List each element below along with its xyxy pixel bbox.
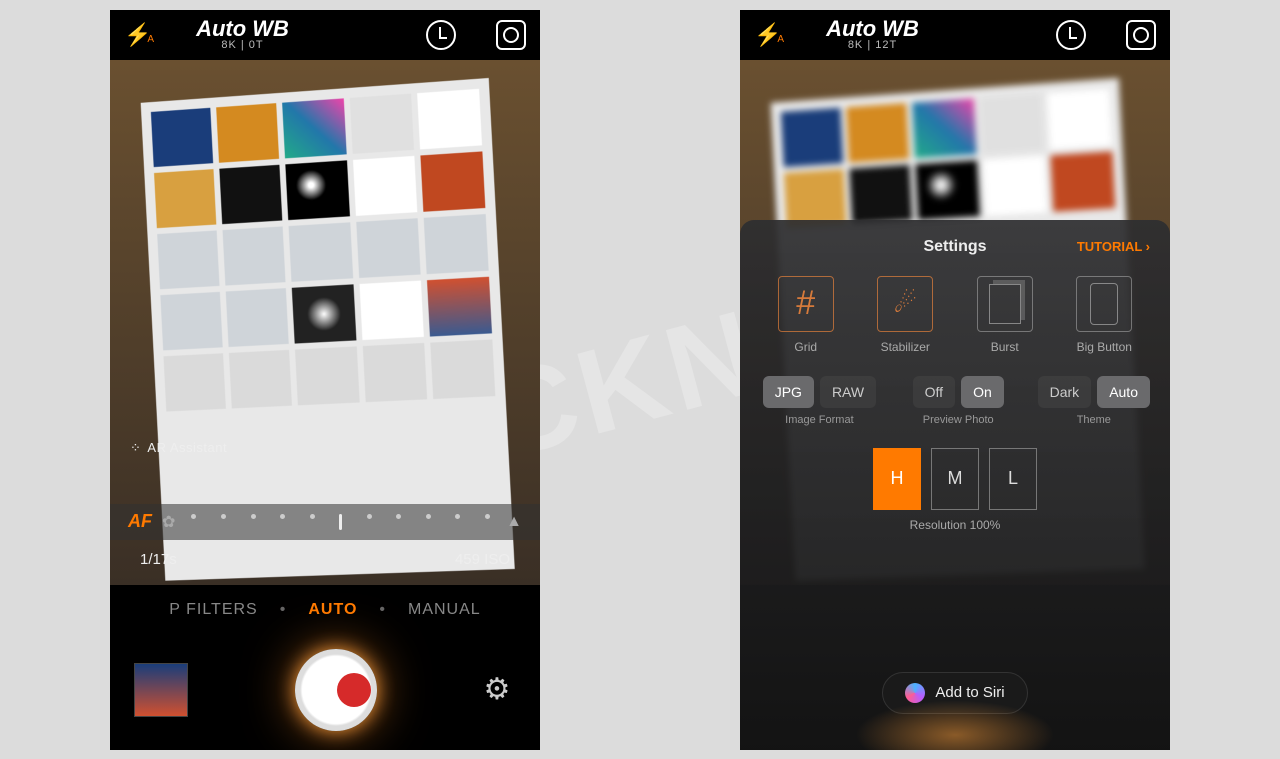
setting-grid[interactable]: Grid xyxy=(760,276,852,354)
setting-burst[interactable]: Burst xyxy=(959,276,1051,354)
ar-assistant-label[interactable]: AR Assistant xyxy=(130,440,227,456)
focus-slider[interactable]: AF ✿ ▲ xyxy=(110,504,540,540)
record-button[interactable] xyxy=(337,673,371,707)
resolution-h[interactable]: H xyxy=(873,448,921,510)
macro-icon: ✿ xyxy=(162,512,175,532)
shutter-glow xyxy=(855,700,1055,750)
timer-icon[interactable] xyxy=(1056,20,1086,50)
image-format-segment[interactable]: JPG RAW xyxy=(760,376,879,408)
mode-filters[interactable]: P FILTERS xyxy=(169,601,257,619)
camera-screen-settings: ⚡A Auto WB 8K | 12T Settings TUTORIAL › … xyxy=(740,10,1170,750)
burst-icon xyxy=(977,276,1033,332)
ar-assistant-text: AR Assistant xyxy=(147,440,227,455)
format-raw[interactable]: RAW xyxy=(820,376,876,408)
mode-dot: • xyxy=(280,601,287,619)
flash-icon[interactable]: ⚡A xyxy=(124,22,154,48)
stabilizer-icon xyxy=(877,276,933,332)
iso-value[interactable]: 459 ISO xyxy=(455,551,510,568)
bottom-bar: ⚙ xyxy=(110,630,540,750)
settings-header: Settings TUTORIAL › xyxy=(760,234,1150,260)
tutorial-link[interactable]: TUTORIAL › xyxy=(1077,239,1150,254)
white-balance-button[interactable]: Auto WB 8K | 0T xyxy=(196,18,289,51)
wb-title: Auto WB xyxy=(196,18,289,40)
mode-auto[interactable]: AUTO xyxy=(308,601,357,619)
preview-photo-group: Off On Preview Photo xyxy=(899,376,1018,426)
format-label: Image Format xyxy=(760,414,879,426)
switch-camera-icon[interactable] xyxy=(1126,20,1156,50)
grid-icon xyxy=(778,276,834,332)
flash-icon[interactable]: ⚡A xyxy=(754,22,784,48)
settings-title: Settings xyxy=(923,238,986,256)
settings-grid: Grid Stabilizer Burst Big Button xyxy=(760,276,1150,354)
shutter-speed-value[interactable]: 1/17s xyxy=(140,551,177,568)
setting-label: Big Button xyxy=(1077,340,1132,354)
settings-icon[interactable]: ⚙ xyxy=(478,671,516,709)
focus-scale[interactable] xyxy=(185,514,496,530)
wb-title: Auto WB xyxy=(826,18,919,40)
settings-panel: Settings TUTORIAL › Grid Stabilizer Burs… xyxy=(740,220,1170,750)
theme-label: Theme xyxy=(1038,414,1150,426)
setting-stabilizer[interactable]: Stabilizer xyxy=(860,276,952,354)
theme-dark[interactable]: Dark xyxy=(1038,376,1092,408)
white-balance-button[interactable]: Auto WB 8K | 12T xyxy=(826,18,919,51)
exposure-info: 1/17s 459 ISO xyxy=(110,540,540,580)
infinity-icon: ▲ xyxy=(506,513,522,531)
preview-segment[interactable]: Off On xyxy=(899,376,1018,408)
setting-big-button[interactable]: Big Button xyxy=(1059,276,1151,354)
format-jpg[interactable]: JPG xyxy=(763,376,814,408)
preview-on[interactable]: On xyxy=(961,376,1004,408)
focus-points-icon xyxy=(130,440,141,456)
wb-sub: 8K | 0T xyxy=(196,40,289,51)
big-button-icon xyxy=(1076,276,1132,332)
siri-label: Add to Siri xyxy=(935,684,1004,701)
settings-segments: JPG RAW Image Format Off On Preview Phot… xyxy=(760,376,1150,426)
mode-dot: • xyxy=(379,601,386,619)
af-label: AF xyxy=(128,511,152,532)
theme-group: Dark Auto Theme xyxy=(1038,376,1150,426)
timer-icon[interactable] xyxy=(426,20,456,50)
mode-selector[interactable]: P FILTERS • AUTO • MANUAL xyxy=(110,590,540,630)
setting-label: Grid xyxy=(794,340,817,354)
focus-indicator[interactable] xyxy=(339,514,342,530)
setting-label: Burst xyxy=(991,340,1019,354)
top-bar: ⚡A Auto WB 8K | 12T xyxy=(740,10,1170,60)
camera-screen-main: ⚡A Auto WB 8K | 0T AR Assistant AF ✿ ▲ xyxy=(110,10,540,750)
resolution-selector[interactable]: H M L xyxy=(760,448,1150,510)
wb-sub: 8K | 12T xyxy=(826,40,919,51)
gallery-thumbnail[interactable] xyxy=(134,663,188,717)
resolution-m[interactable]: M xyxy=(931,448,979,510)
theme-auto[interactable]: Auto xyxy=(1097,376,1150,408)
mode-manual[interactable]: MANUAL xyxy=(408,601,481,619)
switch-camera-icon[interactable] xyxy=(496,20,526,50)
image-format-group: JPG RAW Image Format xyxy=(760,376,879,426)
resolution-label: Resolution 100% xyxy=(760,518,1150,532)
preview-off[interactable]: Off xyxy=(913,376,955,408)
theme-segment[interactable]: Dark Auto xyxy=(1038,376,1150,408)
resolution-l[interactable]: L xyxy=(989,448,1037,510)
preview-label: Preview Photo xyxy=(899,414,1018,426)
setting-label: Stabilizer xyxy=(881,340,930,354)
top-bar: ⚡A Auto WB 8K | 0T xyxy=(110,10,540,60)
